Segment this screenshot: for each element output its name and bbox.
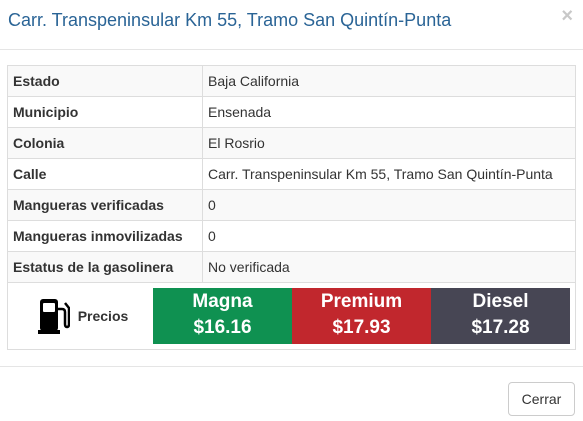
table-row: Municipio Ensenada [7, 96, 576, 128]
fuel-name: Premium [320, 291, 403, 312]
row-label-estado: Estado [7, 65, 203, 97]
prices-cell: Precios Magna $16.16 Premium $17.93 Dies… [7, 282, 576, 350]
row-value-estado: Baja California [202, 65, 576, 97]
table-row: Estado Baja California [7, 65, 576, 97]
prices-label: Precios [77, 308, 129, 324]
fuel-magna: Magna $16.16 [153, 288, 292, 344]
prices-wrap: Precios Magna $16.16 Premium $17.93 Dies… [13, 288, 570, 344]
fuel-price: $17.28 [471, 317, 530, 338]
close-button[interactable]: Cerrar [508, 382, 575, 416]
station-details-table: Estado Baja California Municipio Ensenad… [7, 65, 576, 350]
table-row: Mangueras verificadas 0 [7, 189, 576, 221]
prices-header: Precios [13, 288, 153, 344]
modal-header: Carr. Transpeninsular Km 55, Tramo San Q… [0, 0, 583, 50]
row-value-estatus: No verificada [202, 251, 576, 283]
fuel-price: $17.93 [332, 317, 391, 338]
row-label-estatus: Estatus de la gasolinera [7, 251, 203, 283]
row-label-colonia: Colonia [7, 127, 203, 159]
row-label-calle: Calle [7, 158, 203, 190]
prices-row: Precios Magna $16.16 Premium $17.93 Dies… [7, 282, 576, 350]
fuel-name: Diesel [472, 291, 529, 312]
table-row: Colonia El Rosrio [7, 127, 576, 159]
modal-title: Carr. Transpeninsular Km 55, Tramo San Q… [8, 10, 452, 30]
fuel-name: Magna [192, 291, 253, 312]
table-row: Mangueras inmovilizadas 0 [7, 220, 576, 252]
station-modal: Carr. Transpeninsular Km 55, Tramo San Q… [0, 0, 583, 421]
close-icon[interactable]: × [561, 6, 573, 26]
fuel-diesel: Diesel $17.28 [431, 288, 570, 344]
row-value-calle: Carr. Transpeninsular Km 55, Tramo San Q… [202, 158, 576, 190]
table-row: Estatus de la gasolinera No verificada [7, 251, 576, 283]
fuel-price: $16.16 [193, 317, 252, 338]
row-label-mangueras-verificadas: Mangueras verificadas [7, 189, 203, 221]
row-value-municipio: Ensenada [202, 96, 576, 128]
fuel-premium: Premium $17.93 [292, 288, 431, 344]
row-label-mangueras-inmovilizadas: Mangueras inmovilizadas [7, 220, 203, 252]
row-value-mangueras-inmovilizadas: 0 [202, 220, 576, 252]
row-value-colonia: El Rosrio [202, 127, 576, 159]
table-row: Calle Carr. Transpeninsular Km 55, Tramo… [7, 158, 576, 190]
row-label-municipio: Municipio [7, 96, 203, 128]
modal-footer: Cerrar [0, 366, 583, 421]
row-value-mangueras-verificadas: 0 [202, 189, 576, 221]
fuel-pump-icon [37, 299, 70, 334]
